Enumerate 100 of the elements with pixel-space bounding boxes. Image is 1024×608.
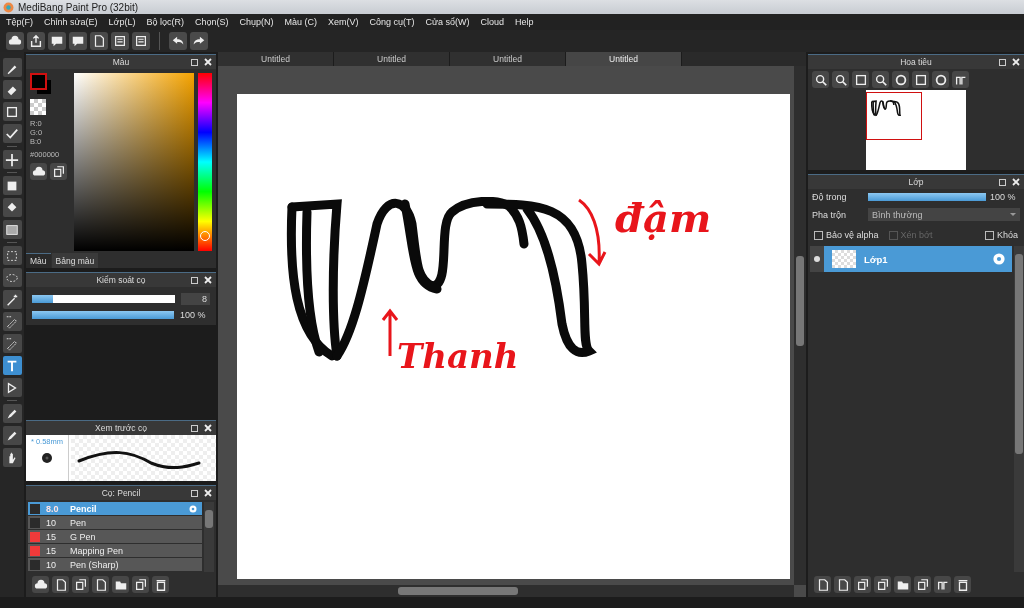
panel-window-buttons-icon[interactable] [191, 489, 213, 497]
layer-option-checkbox[interactable]: Bảo vệ alpha [814, 230, 879, 240]
layer-opacity-slider[interactable] [868, 193, 986, 201]
tool-button[interactable] [2, 150, 22, 169]
navigator-button[interactable] [832, 71, 849, 88]
text-icon [5, 358, 19, 373]
brush-action-button[interactable] [132, 576, 149, 593]
panel-window-buttons-icon[interactable] [191, 58, 213, 66]
navigator-button[interactable] [872, 71, 889, 88]
redo-button[interactable] [190, 32, 208, 50]
brush-item[interactable]: 10 Pen [28, 516, 202, 529]
panel-title: Màu [112, 57, 130, 67]
brush-action-button[interactable] [152, 576, 169, 593]
toolbar-button[interactable] [6, 32, 24, 50]
tool-button[interactable] [2, 176, 22, 195]
scrollbar[interactable] [204, 502, 214, 572]
tool-button[interactable] [2, 312, 22, 331]
color-swatches-icon[interactable] [30, 73, 52, 95]
brush-item[interactable]: 10 Pen (Sharp) [28, 558, 202, 571]
brush-size: 8.0 [46, 503, 60, 514]
menu-item[interactable]: Màu (C) [284, 17, 318, 27]
transparent-swatch-icon[interactable] [30, 99, 46, 115]
scrollbar[interactable] [1014, 246, 1024, 572]
menu-item[interactable]: Chụp(N) [239, 17, 274, 27]
menu-item[interactable]: Chỉnh sửa(E) [44, 17, 98, 27]
document-tab[interactable]: Untitled [566, 52, 682, 66]
tool-button[interactable] [2, 246, 22, 265]
tool-button[interactable] [2, 426, 22, 445]
hue-slider[interactable] [198, 73, 212, 251]
brush-action-button[interactable] [32, 576, 49, 593]
panel-tab[interactable]: Bảng màu [51, 253, 99, 268]
color-gradient-picker[interactable] [74, 73, 194, 251]
document-tab[interactable]: Untitled [334, 52, 450, 66]
opacity-slider[interactable] [32, 311, 174, 319]
brush-item[interactable]: 15 Mapping Pen [28, 544, 202, 557]
toolbar-button[interactable] [132, 32, 150, 50]
tool-button[interactable] [2, 334, 22, 353]
brush-item[interactable]: 15 G Pen [28, 530, 202, 543]
layer-option-checkbox[interactable]: Khóa [984, 230, 1018, 240]
document-tab[interactable]: Untitled [450, 52, 566, 66]
panel-window-buttons-icon[interactable] [999, 58, 1021, 66]
layer-action-button[interactable] [814, 576, 831, 593]
check-icon [5, 126, 19, 141]
tool-button[interactable] [2, 448, 22, 467]
vertical-scrollbar[interactable] [794, 66, 806, 585]
horizontal-scrollbar[interactable] [218, 585, 794, 597]
menu-item[interactable]: Bộ lọc(R) [146, 17, 184, 27]
tool-button[interactable] [2, 290, 22, 309]
gear-icon[interactable] [188, 503, 198, 514]
canvas-paper[interactable]: đậm Thanh [237, 94, 790, 579]
tool-button[interactable] [2, 102, 22, 121]
tool-button[interactable] [2, 198, 22, 217]
brush-size-field[interactable]: 8 [181, 293, 210, 305]
tool-button[interactable] [2, 378, 22, 397]
navigator-button[interactable] [912, 71, 929, 88]
toolbar-button[interactable] [69, 32, 87, 50]
page-icon [92, 34, 106, 48]
toolbar-button[interactable] [48, 32, 66, 50]
tool-button[interactable] [2, 80, 22, 99]
viewport-frame[interactable] [866, 92, 922, 140]
blend-mode-dropdown[interactable]: Bình thường [868, 208, 1020, 221]
toolbar-button[interactable] [90, 32, 108, 50]
menu-item[interactable]: Cloud [480, 17, 505, 27]
tool-button[interactable] [2, 124, 22, 143]
menu-item[interactable]: Công cụ(T) [369, 17, 415, 27]
brush-size-slider[interactable] [32, 295, 175, 303]
layer-action-button[interactable] [914, 576, 931, 593]
opacity-label: Độ trong [812, 192, 848, 202]
menu-item[interactable]: Tệp(F) [6, 17, 33, 27]
brush-size: 15 [46, 531, 57, 542]
layer-action-button[interactable] [894, 576, 911, 593]
brush-name: Pen (Sharp) [70, 559, 120, 570]
document-tab[interactable]: Untitled [218, 52, 334, 66]
brush-action-button[interactable] [52, 576, 69, 593]
brush-action-button[interactable] [112, 576, 129, 593]
menu-item[interactable]: Help [515, 17, 534, 27]
layer-action-button[interactable] [954, 576, 971, 593]
brush-action-button[interactable] [72, 576, 89, 593]
toolbar-button[interactable] [27, 32, 45, 50]
navigator-button[interactable] [812, 71, 829, 88]
copy-icon [855, 577, 870, 592]
tool-button[interactable] [2, 356, 22, 375]
layer-action-button[interactable] [854, 576, 871, 593]
tool-button[interactable] [2, 220, 22, 239]
menu-item[interactable]: Chọn(S) [195, 17, 229, 27]
toolbar-button[interactable] [111, 32, 129, 50]
menu-item[interactable]: Xem(V) [328, 17, 359, 27]
panel-window-buttons-icon[interactable] [999, 178, 1021, 186]
zoom-icon [813, 72, 828, 87]
undo-button[interactable] [169, 32, 187, 50]
gradient-icon [5, 222, 19, 237]
panel-window-buttons-icon[interactable] [191, 424, 213, 432]
panel-window-buttons-icon[interactable] [191, 276, 213, 284]
gear-icon[interactable] [992, 252, 1006, 266]
tool-button[interactable] [2, 404, 22, 423]
menu-item[interactable]: Lớp(L) [108, 17, 136, 27]
visibility-toggle[interactable] [810, 246, 824, 272]
panel-tab[interactable]: Màu [26, 253, 51, 268]
tool-button[interactable] [2, 58, 22, 77]
menu-item[interactable]: Cửa sổ(W) [425, 17, 470, 27]
